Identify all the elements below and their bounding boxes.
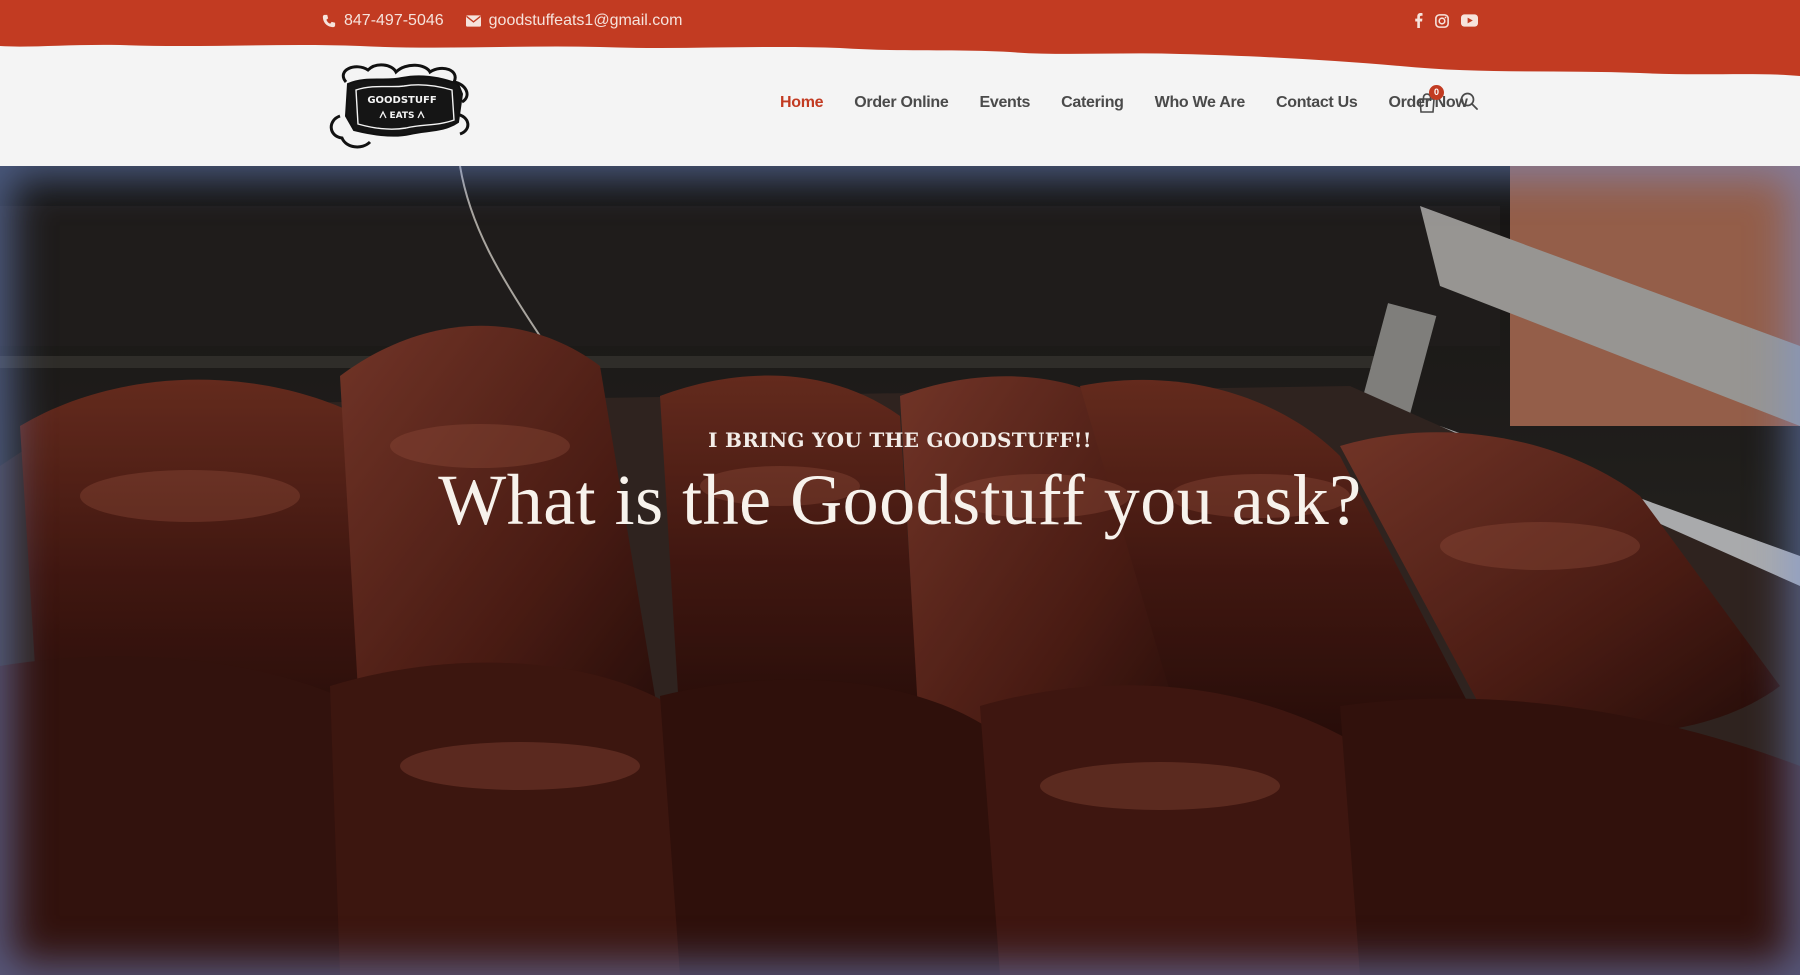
cart-button[interactable]: 0	[1418, 85, 1444, 113]
phone-number: 847-497-5046	[344, 12, 444, 29]
email-link[interactable]: goodstuffeats1@gmail.com	[465, 12, 683, 30]
hero-title: What is the Goodstuff you ask?	[438, 460, 1362, 540]
social-links	[1414, 13, 1478, 33]
email-address: goodstuffeats1@gmail.com	[488, 12, 683, 29]
hero-banner: I BRING YOU THE GOODSTUFF!! What is the …	[0, 166, 1800, 975]
top-contact-bar: 847-497-5046 goodstuffeats1@gmail.com	[0, 0, 1800, 78]
youtube-icon[interactable]	[1461, 14, 1478, 32]
logo-text-line1: GOODSTUFF	[367, 95, 436, 106]
nav-contact-us[interactable]: Contact Us	[1276, 94, 1358, 112]
phone-icon	[322, 14, 336, 28]
hero-eyebrow: I BRING YOU THE GOODSTUFF!!	[708, 428, 1092, 452]
instagram-icon[interactable]	[1435, 13, 1449, 33]
nav-who-we-are[interactable]: Who We Are	[1155, 94, 1246, 112]
logo-text-line2: EATS	[389, 111, 414, 121]
hero-edge-glow	[0, 166, 1800, 975]
facebook-icon[interactable]	[1414, 13, 1423, 33]
nav-order-online[interactable]: Order Online	[854, 94, 949, 112]
nav-catering[interactable]: Catering	[1061, 94, 1124, 112]
envelope-icon	[465, 15, 481, 27]
nav-events[interactable]: Events	[979, 94, 1030, 112]
topbar-wave-background	[0, 0, 1800, 76]
search-icon[interactable]	[1460, 92, 1478, 115]
nav-home[interactable]: Home	[780, 94, 824, 112]
phone-link[interactable]: 847-497-5046	[322, 12, 444, 30]
cart-count-badge: 0	[1429, 85, 1444, 100]
